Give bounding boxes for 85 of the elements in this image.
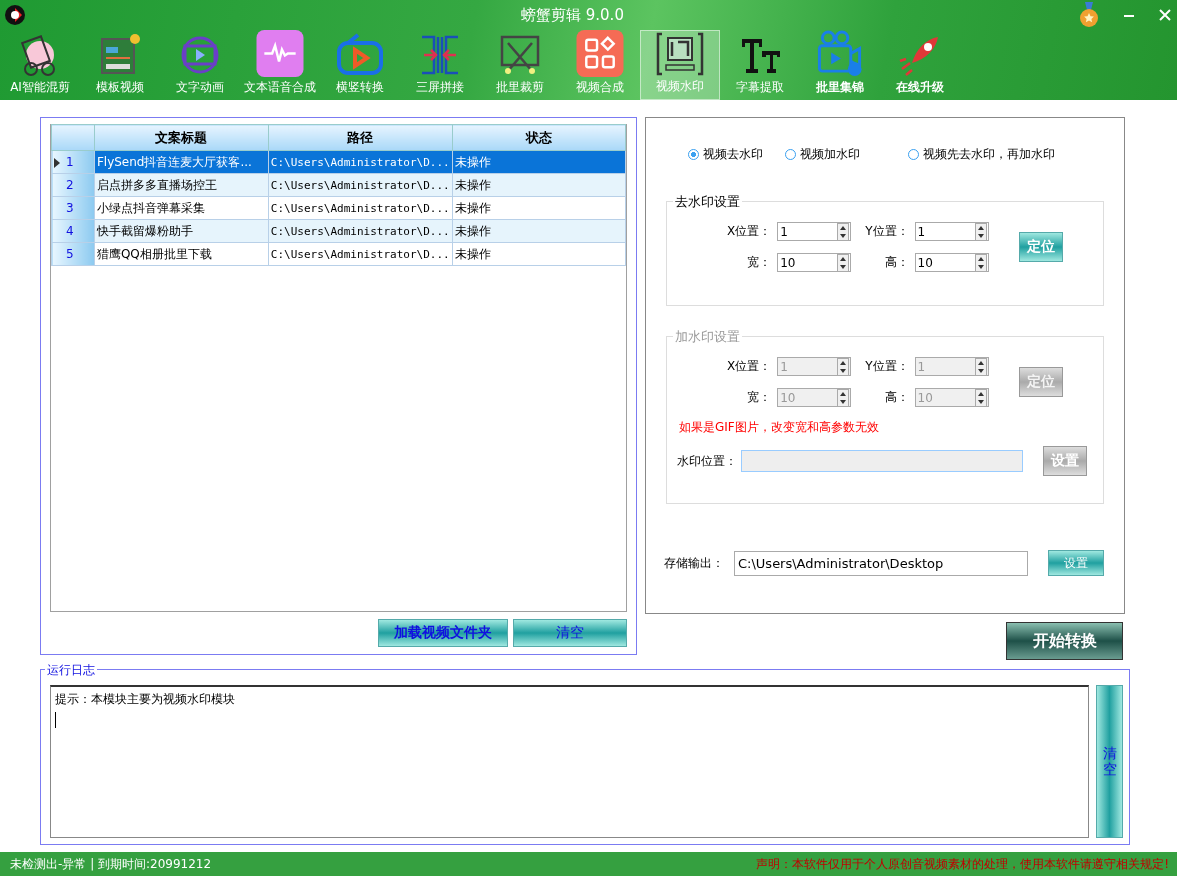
toolbar-item[interactable]: 视频水印 — [640, 30, 720, 100]
table-cell: 快手截留爆粉助手 — [94, 219, 269, 243]
table-cell: C:\Users\Administrator\D... — [268, 173, 453, 197]
status-text: 未检测出-异常 | 到期时间:20991212 — [10, 855, 212, 873]
table-cell: 未操作 — [452, 219, 626, 243]
clear-button[interactable]: 清空 — [513, 619, 627, 647]
toolbar-item[interactable]: AI智能混剪 — [0, 30, 80, 100]
settings-button[interactable]: 设置 — [1048, 550, 1104, 576]
table-cell: 启点拼多多直播场控王 — [94, 173, 269, 197]
number-input[interactable]: 10 — [777, 253, 852, 272]
field-label: 宽： — [747, 389, 772, 406]
toolbar-item[interactable]: 横竖转换 — [320, 30, 400, 100]
group-title: 加水印设置 — [673, 328, 742, 346]
spinner-arrows-icon[interactable] — [974, 253, 987, 272]
output-path-field[interactable]: C:\Users\Administrator\Desktop — [734, 550, 1028, 576]
field-label: Y位置： — [865, 223, 909, 240]
toolbar-item[interactable]: 视频合成 — [560, 30, 640, 100]
field-label: X位置： — [727, 358, 772, 375]
radio-label[interactable]: 视频加水印 — [800, 146, 860, 163]
table-cell: 未操作 — [452, 173, 626, 197]
toolbar-item[interactable]: 批里集锦 — [800, 30, 880, 100]
locate-button[interactable]: 定位 — [1018, 232, 1063, 262]
group-title: 运行日志 — [45, 662, 97, 679]
toolbar-item[interactable]: 批里裁剪 — [480, 30, 560, 100]
field-label: 高： — [884, 389, 909, 406]
close-icon[interactable] — [1159, 9, 1171, 21]
table-cell: 猎鹰QQ相册批里下载 — [94, 242, 269, 266]
log-text: 提示：本模块主要为视频水印模块 — [55, 691, 235, 708]
radio-label[interactable]: 视频先去水印，再加水印 — [923, 146, 1055, 163]
field-label: 宽： — [747, 254, 772, 271]
number-input[interactable]: 1 — [777, 222, 852, 241]
field-label: 水印位置： — [677, 452, 738, 470]
rotate-play-icon — [336, 33, 384, 77]
video-camera-icon — [816, 30, 864, 77]
load-folder-button[interactable]: 加载视频文件夹 — [378, 619, 508, 647]
spinner-arrows-icon[interactable] — [837, 253, 850, 272]
toolbar-item[interactable]: 模板视频 — [80, 30, 160, 100]
radio-button[interactable] — [688, 149, 699, 160]
table-cell: C:\Users\Administrator\D... — [268, 219, 453, 243]
toolbar-item[interactable]: 在线升级 — [880, 30, 960, 100]
log-textarea[interactable]: 提示：本模块主要为视频水印模块 — [50, 685, 1089, 838]
start-button[interactable]: 开始转换 — [1006, 622, 1123, 660]
row-header[interactable]: 1 — [51, 150, 95, 174]
number-input[interactable]: 1 — [914, 222, 989, 241]
row-header[interactable]: 4 — [51, 219, 95, 243]
toolbar-item[interactable]: 字幕提取 — [720, 30, 800, 100]
number-input[interactable]: 10 — [914, 253, 989, 272]
table-cell: C:\Users\Administrator\D... — [268, 150, 453, 174]
toolbar-item[interactable]: 三屏拼接 — [400, 30, 480, 100]
clear-log-button[interactable]: 清空 — [1096, 685, 1123, 838]
table-cell: FlySend抖音连麦大厅获客... — [94, 150, 269, 174]
table-cell: 未操作 — [452, 242, 626, 266]
disclaimer-text: 声明：本软件仅用于个人原创音视频素材的处理，使用本软件请遵守相关规定! — [756, 855, 1169, 873]
table-cell: 小绿点抖音弹幕采集 — [94, 196, 269, 220]
stamp-frame-icon — [656, 32, 704, 76]
template-icon — [98, 33, 142, 77]
field-label: X位置： — [727, 223, 772, 240]
row-header[interactable]: 3 — [51, 196, 95, 220]
toolbar-item[interactable]: 文字动画 — [160, 30, 240, 100]
crop-icon — [498, 33, 542, 77]
medal-icon[interactable] — [1079, 2, 1099, 28]
field-label: 高： — [884, 254, 909, 271]
table-cell: C:\Users\Administrator\D... — [268, 242, 453, 266]
field-label: Y位置： — [865, 358, 909, 375]
table-cell: 未操作 — [452, 150, 626, 174]
column-header[interactable]: 文案标题 — [94, 124, 269, 151]
field-label: 存储输出： — [664, 554, 725, 572]
corner-header — [51, 124, 95, 151]
waveform-icon — [256, 30, 304, 77]
text-cursor — [55, 712, 56, 728]
grid-tiles-icon — [576, 30, 624, 77]
logo-icon — [4, 4, 26, 26]
column-header[interactable]: 路径 — [268, 124, 453, 151]
table-cell: C:\Users\Administrator\D... — [268, 196, 453, 220]
window-title: 螃蟹剪辑 9.0.0 — [521, 5, 624, 25]
radio-label[interactable]: 视频去水印 — [703, 146, 763, 163]
warning-text: 如果是GIF图片，改变宽和高参数无效 — [679, 419, 880, 436]
group-title: 去水印设置 — [673, 193, 742, 211]
row-header[interactable]: 5 — [51, 242, 95, 266]
spinner-arrows-icon[interactable] — [974, 222, 987, 241]
toolbar-item[interactable]: 文本语音合成 — [240, 30, 320, 100]
column-header[interactable]: 状态 — [452, 124, 626, 151]
row-header[interactable]: 2 — [51, 173, 95, 197]
spinner-arrows-icon[interactable] — [837, 222, 850, 241]
table-cell: 未操作 — [452, 196, 626, 220]
